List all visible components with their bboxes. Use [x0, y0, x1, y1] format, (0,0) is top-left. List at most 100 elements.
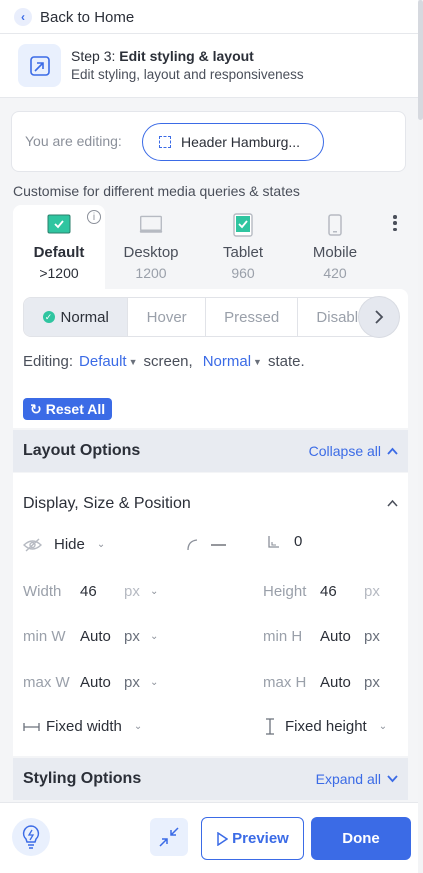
breakpoint-size: >1200 [39, 265, 79, 281]
width-label: Width [23, 583, 62, 600]
hide-value: Hide [54, 536, 85, 553]
offset-field[interactable]: 0 [268, 533, 302, 550]
minimize-icon[interactable] [150, 818, 188, 856]
breakpoint-desktop[interactable]: Desktop 1200 [111, 213, 191, 281]
chevron-down-icon [387, 775, 398, 783]
max-height-field[interactable]: max H Auto px [263, 674, 390, 691]
chevron-down-icon: ▼ [253, 356, 262, 367]
offset-value: 0 [294, 533, 303, 550]
min-width-field[interactable]: min W Auto px ⌄ [23, 628, 158, 645]
expand-all-label: Expand all [315, 771, 381, 787]
state-card: ✓ Normal Hover Pressed Disabl Editing: D… [13, 289, 408, 428]
chevron-down-icon: ⌄ [150, 586, 159, 597]
state-hover[interactable]: Hover [128, 298, 206, 336]
height-field[interactable]: Height 46 px [263, 583, 390, 600]
preview-button[interactable]: Preview [201, 817, 304, 860]
fixed-width-select[interactable]: Fixed width ⌄ [23, 718, 142, 735]
width-field[interactable]: Width 46 px ⌄ [23, 583, 158, 600]
min-height-value: Auto [320, 628, 351, 645]
width-value: 46 [80, 583, 97, 600]
state-label: Pressed [224, 308, 280, 326]
max-height-unit: px [364, 674, 380, 691]
breakpoint-name: Default [33, 244, 85, 261]
section-title: Display, Size & Position [23, 495, 191, 512]
state-select-value: Normal [202, 353, 252, 370]
max-width-unit: px [124, 674, 140, 691]
chevron-left-icon: ‹ [14, 8, 32, 26]
selected-element-pill[interactable]: Header Hamburg... [142, 123, 324, 161]
breakpoint-default[interactable]: Default >1200 [19, 213, 99, 281]
state-segmented-control: ✓ Normal Hover Pressed Disabl [23, 297, 388, 337]
height-value: 46 [320, 583, 337, 600]
check-circle-icon: ✓ [42, 311, 55, 323]
state-label: Normal [60, 308, 109, 326]
max-height-value: Auto [320, 674, 351, 691]
chevron-down-icon: ▼ [128, 356, 138, 367]
element-select-icon [159, 136, 171, 148]
reset-all-button[interactable]: ↻ Reset All [23, 398, 113, 420]
state-label: Hover [146, 308, 187, 326]
divider [0, 33, 418, 34]
customise-text: Customise for different media queries & … [13, 183, 300, 199]
scrollbar-thumb[interactable] [418, 0, 423, 120]
breakpoint-mobile[interactable]: Mobile 420 [295, 213, 375, 281]
eye-off-icon [23, 537, 42, 552]
state-pressed[interactable]: Pressed [206, 298, 299, 336]
chevron-right-icon[interactable] [359, 297, 399, 337]
selected-element-name: Header Hamburg... [181, 134, 301, 150]
max-width-label: max W [23, 674, 70, 691]
lightbulb-icon[interactable] [12, 818, 50, 856]
layout-options-header: Layout Options Collapse all [13, 430, 408, 472]
chevron-up-icon [387, 447, 398, 455]
position-offset-icon [268, 535, 279, 548]
radius-value: — [211, 536, 226, 553]
state-select[interactable]: Normal ▼ [203, 353, 262, 370]
play-icon [217, 831, 229, 846]
breakpoint-size: 960 [231, 265, 255, 281]
screen-select[interactable]: Default ▼ [79, 353, 137, 370]
width-unit: px [124, 583, 140, 600]
done-button[interactable]: Done [311, 817, 411, 860]
state-normal[interactable]: ✓ Normal [24, 298, 129, 336]
min-width-unit: px [124, 628, 140, 645]
fixed-width-label: Fixed width [46, 718, 122, 735]
edit-layout-icon [18, 44, 61, 87]
display-size-position-section: Display, Size & Position Hide ⌄ — 0 Widt… [13, 473, 408, 756]
expand-all-link[interactable]: Expand all [316, 771, 398, 787]
fixed-height-select[interactable]: Fixed height ⌄ [265, 718, 387, 735]
min-width-value: Auto [80, 628, 111, 645]
editing-prefix: Editing: [23, 353, 74, 370]
min-width-label: min W [23, 628, 66, 645]
step-subtitle: Edit styling, layout and responsiveness [71, 67, 304, 82]
chevron-down-icon: ⌄ [150, 677, 159, 688]
screen-select-value: Default [79, 353, 127, 370]
breakpoint-name: Mobile [312, 244, 358, 261]
collapse-all-label: Collapse all [308, 443, 381, 459]
min-height-label: min H [263, 628, 303, 645]
back-to-home-link[interactable]: ‹ Back to Home [14, 6, 134, 28]
breakpoint-size: 1200 [135, 265, 167, 281]
editing-label: You are editing: [25, 133, 122, 149]
screen-suffix: screen, [143, 353, 193, 370]
state-suffix: state. [267, 353, 305, 370]
height-arrows-icon [266, 718, 274, 735]
collapse-all-link[interactable]: Collapse all [309, 443, 398, 459]
max-width-field[interactable]: max W Auto px ⌄ [23, 674, 158, 691]
hide-select[interactable]: Hide ⌄ [23, 536, 105, 553]
back-label: Back to Home [40, 8, 135, 26]
breakpoint-name: Desktop [123, 244, 179, 261]
chevron-down-icon: ⌄ [150, 631, 159, 642]
border-radius-field[interactable]: — [187, 536, 226, 553]
max-width-value: Auto [80, 674, 111, 691]
chevron-down-icon: ⌄ [96, 539, 106, 550]
default-checkbox-icon [47, 213, 71, 237]
layout-options-title: Layout Options [23, 442, 141, 459]
breakpoint-tablet[interactable]: Tablet 960 [203, 213, 283, 281]
editing-element-box: You are editing: Header Hamburg... [11, 111, 406, 172]
chevron-up-icon[interactable] [387, 495, 398, 510]
scrollbar[interactable] [418, 0, 423, 873]
min-height-field[interactable]: min H Auto px [263, 628, 390, 645]
styling-options-title: Styling Options [23, 770, 142, 787]
more-options-icon[interactable] [389, 214, 401, 232]
mobile-icon [323, 213, 347, 237]
